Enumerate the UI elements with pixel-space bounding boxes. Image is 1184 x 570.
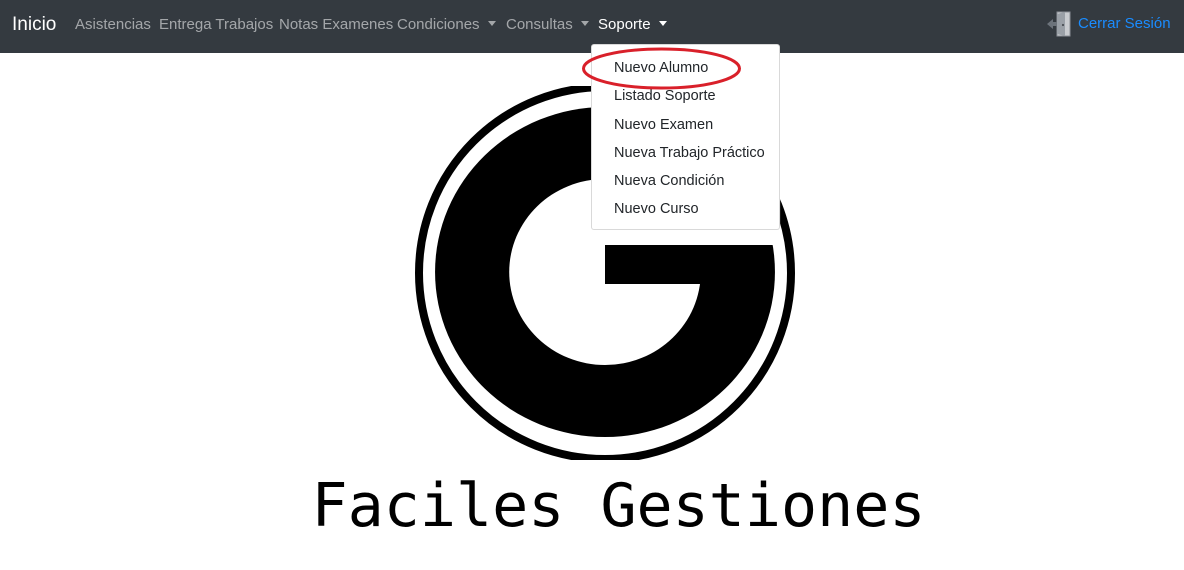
menu-item-nueva-trabajo-practico[interactable]: Nueva Trabajo Práctico [592, 139, 779, 167]
nav-consultas-dropdown[interactable]: Consultas [506, 16, 589, 34]
menu-item-nuevo-examen[interactable]: Nuevo Examen [592, 111, 779, 139]
logout-label: Cerrar Sesión [1078, 15, 1171, 32]
menu-item-nueva-condicion[interactable]: Nueva Condición [592, 167, 779, 195]
nav-notas-examenes[interactable]: Notas Examenes [279, 16, 393, 34]
caret-down-icon [658, 21, 667, 26]
nav-condiciones-label: Condiciones [397, 16, 480, 33]
nav-soporte-label: Soporte [598, 16, 651, 33]
caret-down-icon [487, 21, 496, 26]
nav-condiciones-dropdown[interactable]: Condiciones [397, 16, 496, 34]
nav-consultas-label: Consultas [506, 16, 573, 33]
menu-item-nuevo-alumno[interactable]: Nuevo Alumno [592, 54, 779, 82]
logout-door-icon [1047, 11, 1071, 37]
nav-asistencias[interactable]: Asistencias [75, 16, 151, 34]
brand-inicio-link[interactable]: Inicio [12, 13, 56, 37]
nav-soporte-dropdown[interactable]: Soporte [598, 16, 667, 34]
caret-down-icon [580, 21, 589, 26]
logo-text: Faciles Gestiones [311, 471, 926, 541]
logout-button[interactable]: Cerrar Sesión [1046, 10, 1171, 38]
nav-entrega-trabajos[interactable]: Entrega Trabajos [159, 16, 273, 34]
menu-item-listado-soporte[interactable]: Listado Soporte [592, 82, 779, 110]
menu-item-nuevo-curso[interactable]: Nuevo Curso [592, 195, 779, 223]
soporte-dropdown-menu: Nuevo Alumno Listado Soporte Nuevo Exame… [591, 44, 780, 230]
